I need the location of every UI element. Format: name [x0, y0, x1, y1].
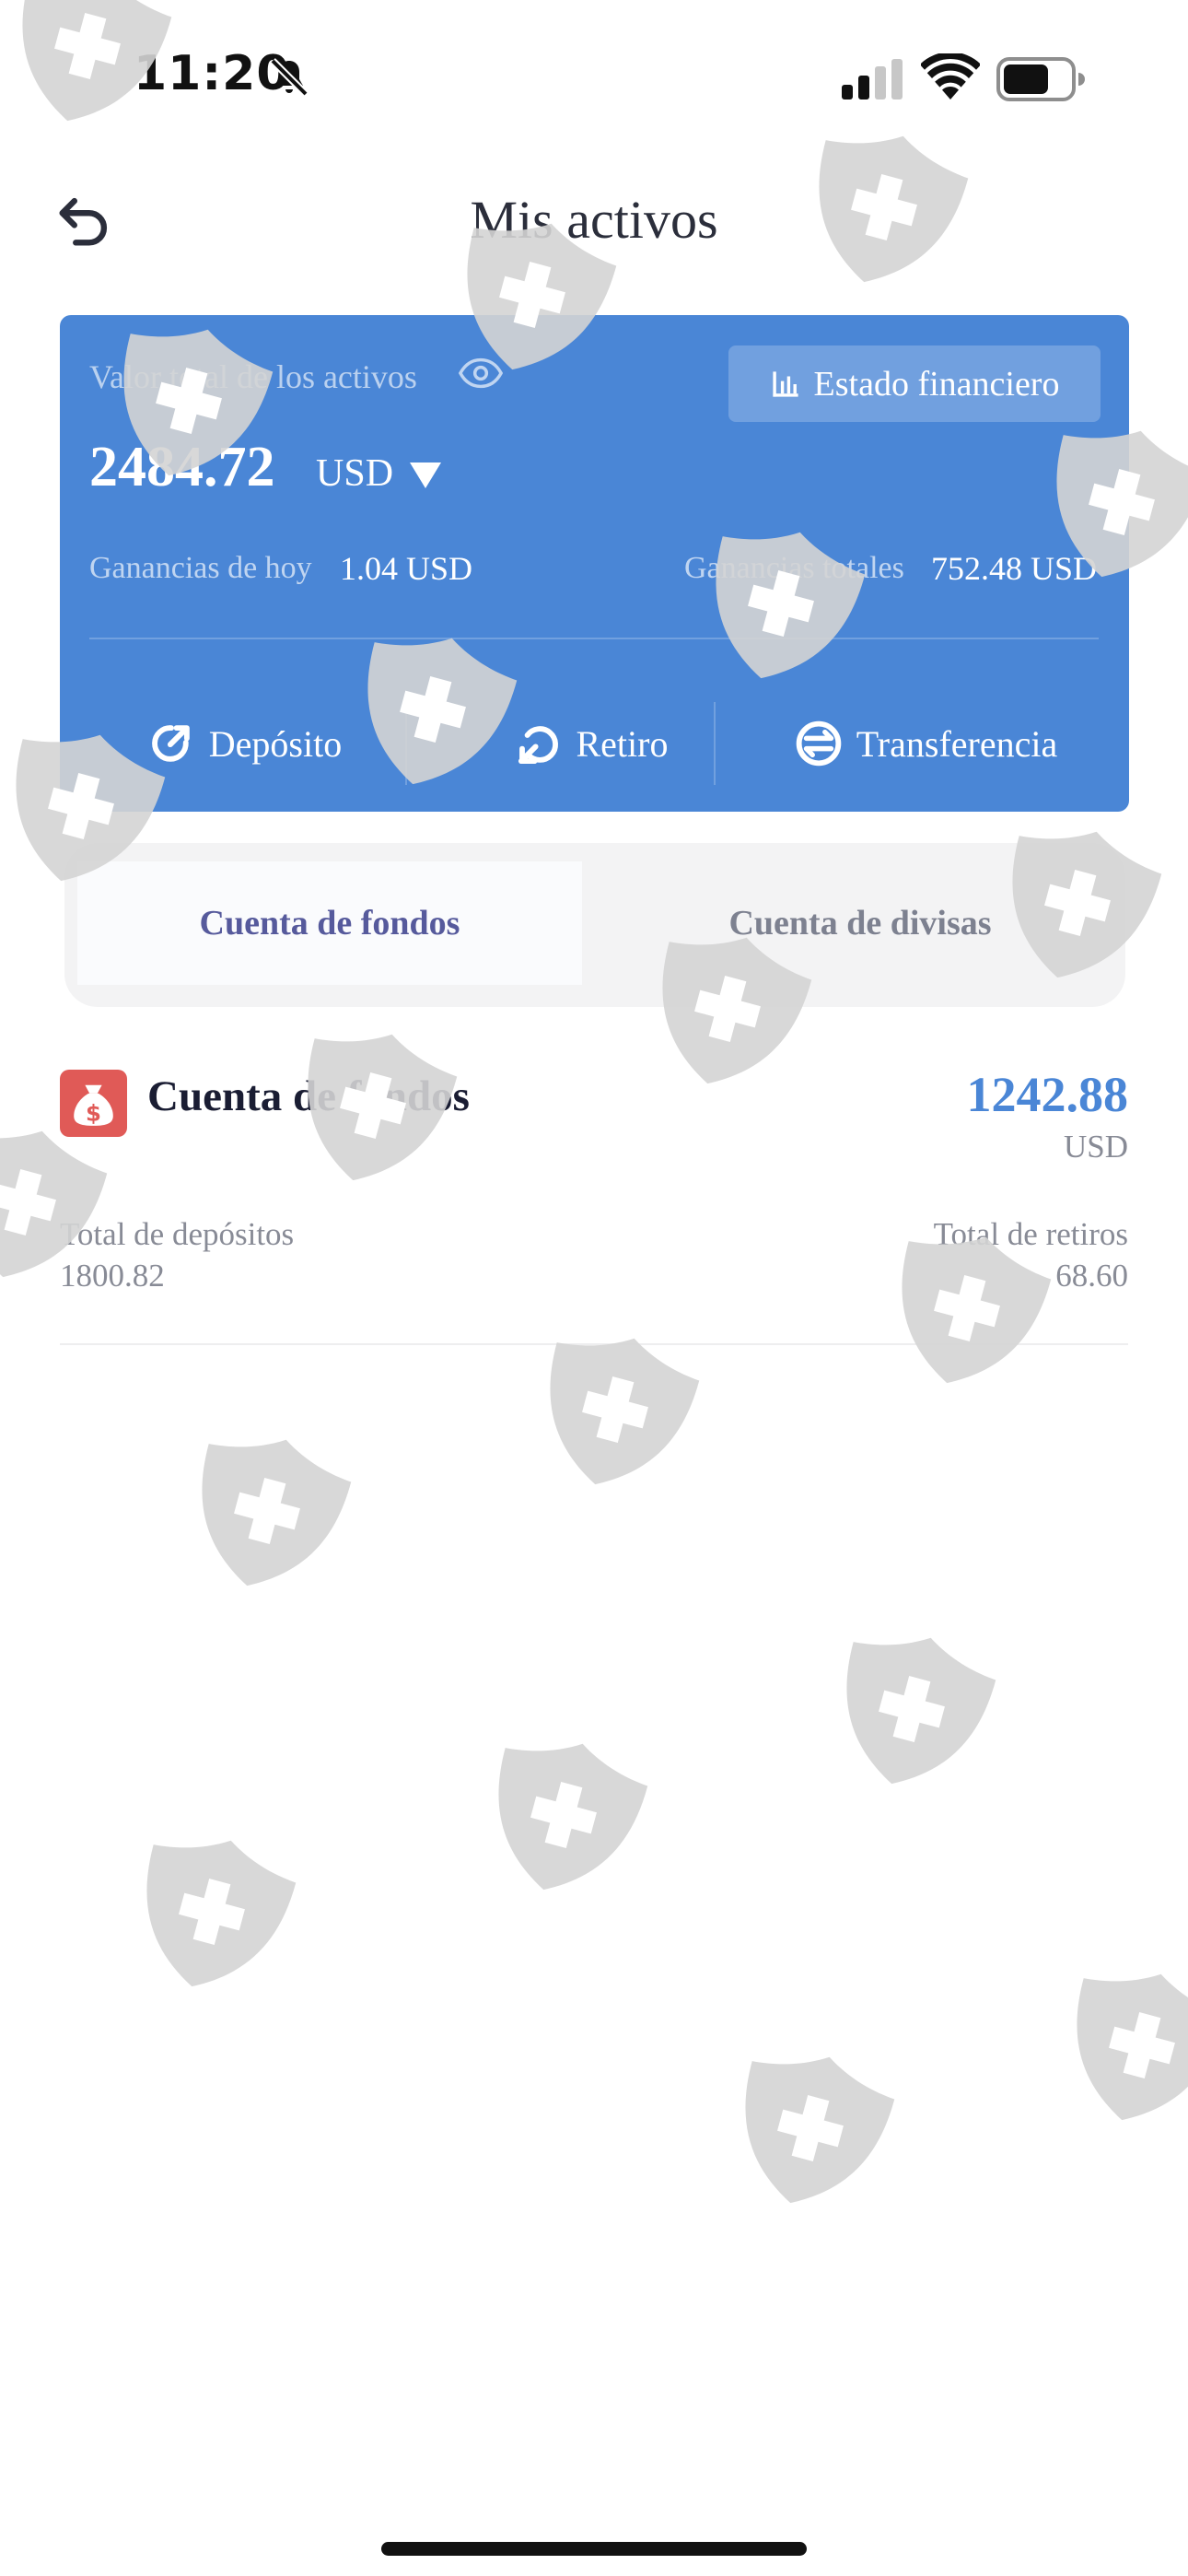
fund-account-amount: 1242.88 — [966, 1067, 1129, 1122]
svg-text:$: $ — [86, 1099, 101, 1126]
list-divider — [60, 1343, 1128, 1345]
total-deposits-value: 1800.82 — [60, 1258, 165, 1294]
total-earnings-label: Ganancias totales — [684, 551, 904, 585]
total-assets-value: 2484.72 — [89, 436, 275, 498]
battery-icon — [996, 57, 1085, 101]
total-assets-label: Valor total de los activos — [89, 358, 417, 395]
today-earnings-value: 1.04 USD — [340, 550, 473, 587]
action-row: Depósito Retiro Transferencia — [60, 693, 1129, 794]
asset-summary-card: Valor total de los activos Estado financ… — [60, 315, 1129, 812]
eye-icon[interactable] — [458, 356, 504, 391]
triangle-down-icon — [410, 463, 442, 488]
money-bag-icon: $ — [60, 1070, 127, 1137]
home-indicator[interactable] — [381, 2542, 807, 2556]
currency-label: USD — [316, 452, 394, 495]
action-separator — [405, 702, 407, 785]
financial-statement-label: Estado financiero — [813, 364, 1060, 404]
fund-account-title: Cuenta de fondos — [147, 1072, 470, 1120]
watermark-shield-icon — [820, 1619, 1002, 1803]
status-bar: 11:20 — [0, 0, 1188, 157]
watermark-shield-icon — [718, 2038, 901, 2211]
transfer-button[interactable]: Transferencia — [732, 693, 1119, 794]
watermark-shield-icon — [1050, 1955, 1188, 2139]
transfer-label: Transferencia — [856, 722, 1058, 765]
transfer-icon — [796, 720, 842, 767]
watermark-shield-icon — [120, 1821, 302, 2006]
watermark-shield-icon — [472, 1725, 654, 1909]
wifi-icon — [921, 53, 980, 100]
watermark-shield-icon — [523, 1319, 705, 1504]
account-tabs: Cuenta de fondos Cuenta de divisas — [64, 843, 1125, 1007]
page-title: Mis activos — [470, 190, 718, 250]
withdraw-button[interactable]: Retiro — [410, 693, 772, 794]
withdraw-label: Retiro — [576, 722, 669, 765]
watermark-shield-icon — [175, 1421, 357, 1605]
deposit-icon — [151, 725, 190, 762]
deposit-label: Depósito — [208, 722, 343, 765]
total-withdrawals-label: Total de retiros — [933, 1216, 1128, 1252]
today-earnings-label: Ganancias de hoy — [89, 551, 312, 585]
fund-account-currency: USD — [1063, 1129, 1128, 1165]
deposit-button[interactable]: Depósito — [78, 693, 410, 794]
total-deposits-label: Total de depósitos — [60, 1216, 295, 1252]
currency-selector[interactable]: USD — [316, 451, 442, 496]
action-separator — [714, 702, 716, 785]
withdraw-icon — [518, 726, 558, 765]
total-withdrawals-value: 68.60 — [1055, 1258, 1128, 1294]
financial-statement-button[interactable]: Estado financiero — [728, 345, 1101, 422]
tab-currency-account[interactable]: Cuenta de divisas — [608, 861, 1112, 985]
tab-fund-account[interactable]: Cuenta de fondos — [77, 861, 582, 985]
cellular-signal-icon — [842, 59, 903, 100]
bar-chart-icon — [772, 370, 798, 397]
bell-muted-icon — [270, 58, 309, 97]
total-earnings-value: 752.48 USD — [931, 550, 1098, 587]
card-divider — [89, 638, 1099, 639]
